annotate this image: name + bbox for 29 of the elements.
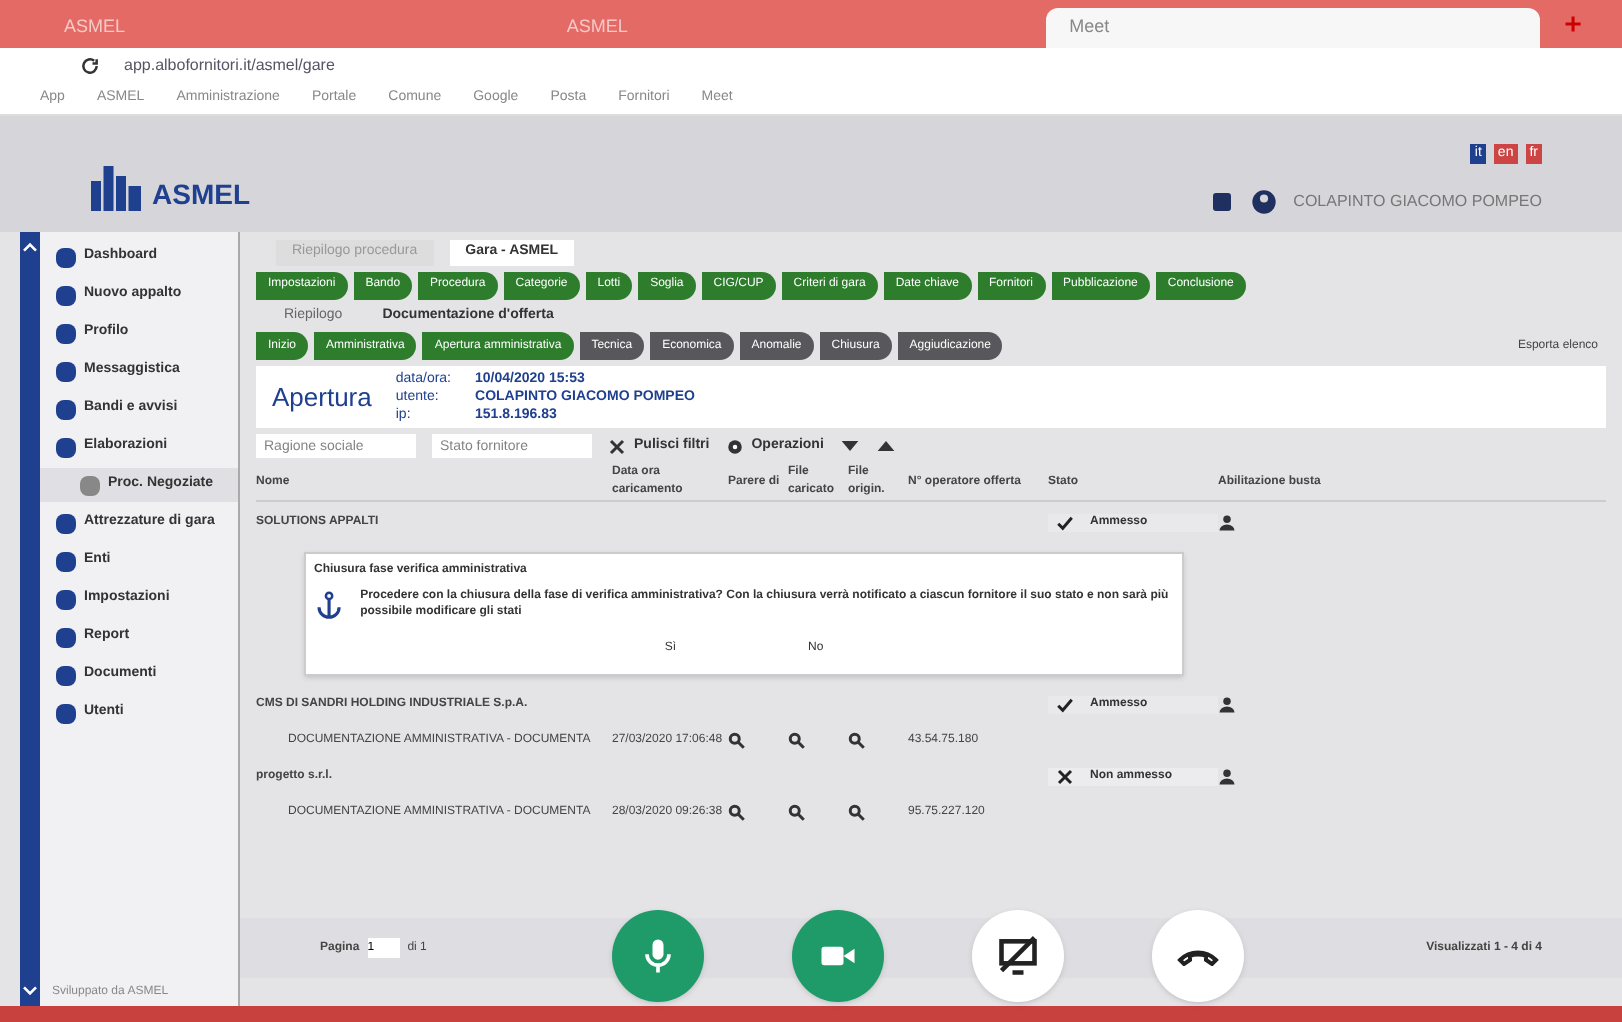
hang-up-button[interactable] bbox=[1152, 910, 1244, 1002]
user-icon[interactable] bbox=[1218, 514, 1236, 532]
reload-icon[interactable] bbox=[80, 56, 100, 76]
search-icon[interactable] bbox=[728, 804, 746, 822]
collapse-all-icon[interactable] bbox=[839, 436, 860, 456]
notification-icon[interactable] bbox=[1209, 190, 1234, 214]
chevron-up-icon[interactable] bbox=[22, 240, 38, 256]
crossed-screen-icon bbox=[996, 934, 1040, 978]
present-button[interactable] bbox=[972, 910, 1064, 1002]
clear-icon bbox=[608, 437, 626, 455]
address-bar[interactable]: app.albofornitori.it/asmel/gare bbox=[124, 54, 335, 78]
user-icon[interactable] bbox=[1218, 696, 1236, 714]
logo-text: ASMEL bbox=[152, 176, 250, 214]
phase-title: Apertura bbox=[272, 379, 372, 416]
search-icon[interactable] bbox=[788, 732, 806, 750]
search-icon[interactable] bbox=[728, 732, 746, 750]
user-icon[interactable] bbox=[1218, 768, 1236, 786]
camera-button[interactable] bbox=[792, 910, 884, 1002]
anchor-icon bbox=[314, 588, 345, 624]
user-name: COLAPINTO GIACOMO POMPEO bbox=[1293, 190, 1542, 214]
search-icon[interactable] bbox=[848, 732, 866, 750]
phone-handset-icon bbox=[1176, 947, 1220, 965]
chevron-down-icon[interactable] bbox=[22, 982, 38, 998]
user-icon[interactable] bbox=[1249, 188, 1278, 216]
gear-icon bbox=[725, 437, 744, 455]
search-icon[interactable] bbox=[848, 804, 866, 822]
mic-button[interactable] bbox=[612, 910, 704, 1002]
search-icon[interactable] bbox=[788, 804, 806, 822]
expand-all-icon[interactable] bbox=[875, 436, 896, 456]
